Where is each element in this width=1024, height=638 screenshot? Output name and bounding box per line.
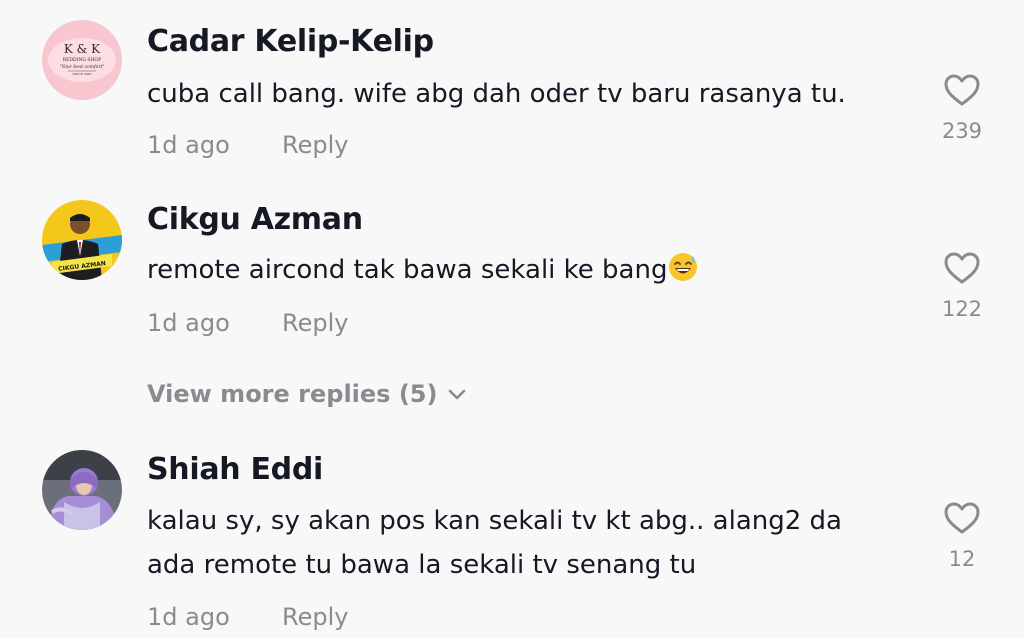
reply-button[interactable]: Reply — [282, 603, 348, 631]
username[interactable]: Shiah Eddi — [147, 452, 323, 487]
comment-text: kalau sy, sy akan pos kan sekali tv kt a… — [147, 499, 927, 587]
comment-meta: 1d ago Reply — [147, 309, 348, 337]
comment-text-content: remote aircond tak bawa sekali ke bang — [147, 255, 668, 285]
avatar[interactable]: K & K BEDDING SHOP "Your best comfort" S… — [42, 20, 122, 100]
svg-text:SINCE 2020: SINCE 2020 — [73, 72, 92, 76]
like-count: 239 — [941, 119, 983, 143]
chevron-down-icon — [449, 389, 466, 400]
heart-outline-icon[interactable] — [943, 501, 981, 535]
comment-text: cuba call bang. wife abg dah oder tv bar… — [147, 79, 846, 109]
like-count: 12 — [948, 547, 976, 571]
avatar[interactable]: CIKGU AZMAN — [42, 200, 122, 280]
username[interactable]: Cikgu Azman — [147, 202, 363, 237]
like-count: 122 — [941, 297, 983, 321]
sweat-smile-emoji — [668, 252, 698, 296]
comment-text: remote aircond tak bawa sekali ke bang — [147, 248, 927, 296]
comment-meta: 1d ago Reply — [147, 131, 348, 159]
svg-text:BEDDING SHOP: BEDDING SHOP — [63, 57, 101, 63]
reply-button[interactable]: Reply — [282, 131, 348, 159]
like-button[interactable]: 239 — [930, 73, 994, 143]
view-more-replies-button[interactable]: View more replies (5) — [147, 380, 467, 408]
like-button[interactable]: 122 — [930, 251, 994, 321]
comment-text-line: ada remote tu bawa la sekali tv senang t… — [147, 550, 697, 580]
heart-outline-icon[interactable] — [943, 73, 981, 107]
comment-text-line: kalau sy, sy akan pos kan sekali tv kt a… — [147, 506, 842, 536]
like-button[interactable]: 12 — [930, 501, 994, 571]
svg-text:K & K: K & K — [64, 42, 101, 56]
heart-outline-icon[interactable] — [943, 251, 981, 285]
comment-meta: 1d ago Reply — [147, 603, 348, 631]
timestamp: 1d ago — [147, 131, 230, 159]
reply-button[interactable]: Reply — [282, 309, 348, 337]
avatar[interactable] — [42, 450, 122, 530]
svg-text:"Your best comfort": "Your best comfort" — [60, 64, 105, 70]
timestamp: 1d ago — [147, 309, 230, 337]
timestamp: 1d ago — [147, 603, 230, 631]
username[interactable]: Cadar Kelip-Kelip — [147, 24, 434, 59]
view-more-label: View more replies (5) — [147, 380, 438, 408]
